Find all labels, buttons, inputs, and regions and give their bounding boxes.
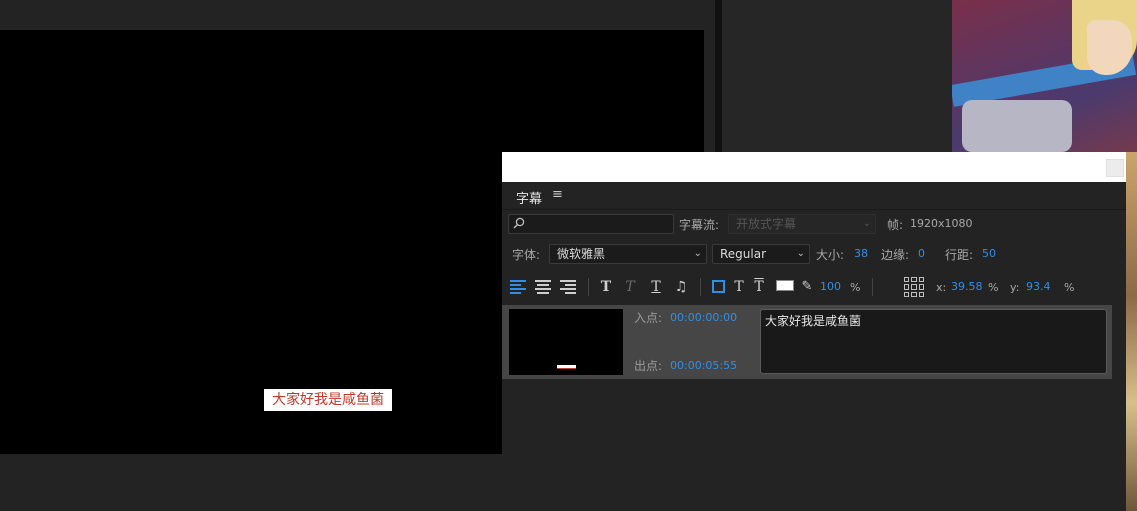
opacity-unit: %: [850, 281, 861, 294]
font-label: 字体:: [512, 248, 541, 262]
color-swatch[interactable]: [776, 280, 794, 291]
frame-value: 1920x1080: [910, 217, 973, 230]
search-icon: [513, 217, 527, 231]
artwork-face: [1087, 20, 1132, 75]
position-grid-icon[interactable]: [904, 277, 924, 297]
y-value[interactable]: 93.4: [1026, 280, 1051, 293]
size-label: 大小:: [816, 248, 845, 262]
toolbar-divider: [872, 278, 873, 296]
stream-dropdown[interactable]: 开放式字幕 ⌄: [728, 214, 876, 234]
formatting-toolbar: T T T ♫ T T ✎ 100 % x: 39.58 % y: 93.4 %: [502, 274, 1126, 300]
app-root: 大家好我是咸鱼菌 字幕 ≡ 字幕流: 开放式字幕 ⌄ 帧: 1920x1080 …: [0, 0, 1137, 511]
monitor-controls-area: [0, 454, 503, 511]
bold-icon[interactable]: T: [597, 278, 615, 296]
search-input[interactable]: [508, 214, 674, 234]
out-point-timecode[interactable]: 00:00:05:55: [670, 359, 737, 372]
edge-value[interactable]: 0: [918, 247, 925, 260]
toolbar-divider: [588, 278, 589, 296]
panel-menu-icon[interactable]: ≡: [552, 187, 563, 202]
underline-icon[interactable]: T: [647, 278, 665, 296]
line-spacing-value[interactable]: 50: [982, 247, 996, 260]
font-style-value: Regular: [720, 247, 767, 261]
frame-label: 帧:: [887, 218, 904, 232]
clip-thumbnail: [509, 309, 623, 375]
toolbar-divider: [700, 278, 701, 296]
window-titlebar[interactable]: [502, 152, 1126, 182]
panel-tab-bar: 字幕 ≡: [502, 182, 1126, 210]
caption-text-field[interactable]: 大家好我是咸鱼菌: [760, 309, 1107, 374]
tab-captions[interactable]: 字幕: [516, 188, 542, 207]
font-row: 字体: 微软雅黑 ⌄ Regular ⌄ 大小: 38 边缘: 0 行距: 50: [502, 242, 1126, 266]
captions-panel: 字幕 ≡ 字幕流: 开放式字幕 ⌄ 帧: 1920x1080 字体: 微软雅黑 …: [502, 152, 1126, 511]
stream-row: 字幕流: 开放式字幕 ⌄ 帧: 1920x1080: [502, 212, 1126, 236]
x-label: x:: [936, 281, 947, 294]
in-point-label: 入点:: [634, 311, 663, 325]
close-button[interactable]: [1106, 159, 1124, 177]
opacity-value[interactable]: 100: [820, 280, 841, 293]
panel-divider[interactable]: [715, 0, 722, 152]
align-right-icon[interactable]: [560, 280, 576, 294]
caption-clip-row[interactable]: 入点: 00:00:00:00 出点: 00:00:05:55 大家好我是咸鱼菌: [502, 305, 1112, 379]
outline-text-icon[interactable]: T: [750, 278, 768, 296]
stream-label: 字幕流:: [679, 218, 720, 232]
y-unit: %: [1064, 281, 1075, 294]
align-left-icon[interactable]: [510, 280, 526, 294]
side-panel: [722, 0, 952, 152]
chevron-down-icon: ⌄: [796, 248, 805, 259]
size-value[interactable]: 38: [854, 247, 868, 260]
line-spacing-label: 行距:: [945, 248, 974, 262]
music-note-icon[interactable]: ♫: [672, 278, 690, 296]
italic-icon[interactable]: T: [621, 278, 639, 296]
font-style-dropdown[interactable]: Regular ⌄: [712, 244, 810, 264]
chevron-down-icon: ⌄: [693, 248, 702, 259]
x-value[interactable]: 39.58: [951, 280, 983, 293]
stream-value: 开放式字幕: [736, 217, 797, 231]
monitor-header: [0, 0, 715, 30]
thumbnail-caption-marker: [557, 365, 576, 369]
font-dropdown[interactable]: 微软雅黑 ⌄: [549, 244, 707, 264]
align-center-icon[interactable]: [535, 280, 551, 294]
font-value: 微软雅黑: [557, 247, 606, 261]
chevron-down-icon: ⌄: [862, 218, 871, 229]
eyedropper-icon[interactable]: ✎: [798, 278, 816, 296]
text-color-icon[interactable]: T: [730, 278, 748, 296]
artwork-armor: [962, 100, 1072, 152]
out-point-label: 出点:: [634, 359, 663, 373]
in-point-timecode[interactable]: 00:00:00:00: [670, 311, 737, 324]
caption-preview-overlay[interactable]: 大家好我是咸鱼菌: [264, 389, 392, 411]
edge-label: 边缘:: [881, 248, 910, 262]
y-label: y:: [1010, 281, 1020, 294]
x-unit: %: [988, 281, 999, 294]
background-box-icon[interactable]: [712, 280, 725, 293]
